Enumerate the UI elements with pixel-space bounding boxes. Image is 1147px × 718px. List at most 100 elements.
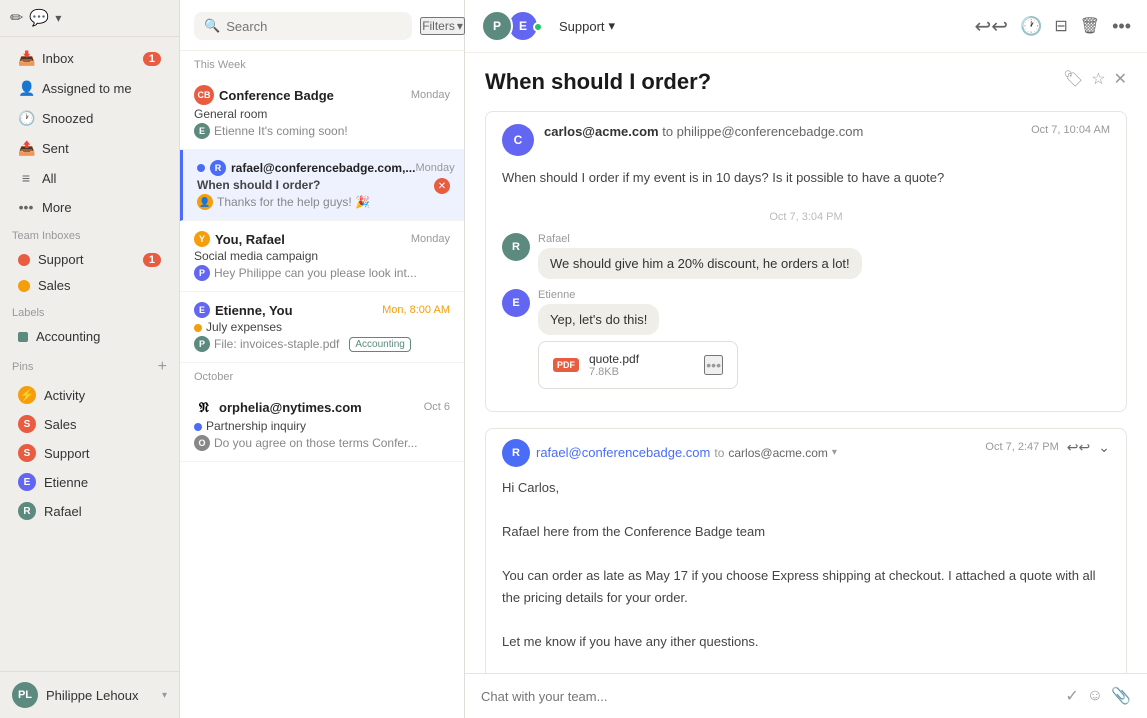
delete-button[interactable]: 🗑 <box>1080 16 1100 36</box>
sidebar-item-rafael[interactable]: R Rafael <box>6 497 173 525</box>
chat-text: Yep, let's do this! <box>538 304 659 335</box>
search-input[interactable] <box>226 19 402 34</box>
delete-indicator: ✕ <box>434 178 450 194</box>
from-address: carlos@acme.com <box>544 124 659 139</box>
snooze-button[interactable]: 🕐 <box>1020 16 1042 37</box>
sidebar-item-sales-pin[interactable]: S Sales <box>6 410 173 438</box>
attachment-menu-button[interactable]: ••• <box>704 355 723 375</box>
sidebar-item-label: More <box>42 200 161 215</box>
chat-button[interactable]: 💬 <box>29 8 49 28</box>
activity-label: Activity <box>44 388 85 403</box>
reply-line: Hi Carlos, <box>502 477 1110 499</box>
email-sender-details: carlos@acme.com to philippe@conferenceba… <box>544 124 863 139</box>
list-item[interactable]: CB Conference Badge Monday General room … <box>180 75 464 150</box>
etienne-label: Etienne <box>44 475 88 490</box>
support-team-label: Support <box>559 19 605 34</box>
sidebar-item-accounting[interactable]: Accounting <box>6 324 173 349</box>
user-profile[interactable]: PL Philippe Lehoux ▾ <box>0 671 179 718</box>
sidebar-top-controls: ✏ 💬 ▾ <box>0 0 179 37</box>
compose-attach-button[interactable]: 📎 <box>1111 686 1131 706</box>
sidebar-item-etienne[interactable]: E Etienne <box>6 468 173 496</box>
sales-pin-icon: S <box>18 415 36 433</box>
list-item[interactable]: R rafael@conferencebadge.com,... Monday … <box>180 150 464 221</box>
reply-time: Oct 7, 2:47 PM <box>985 441 1058 453</box>
this-week-header: This Week <box>180 51 464 75</box>
sidebar-item-sent[interactable]: 📤 Sent <box>6 134 173 163</box>
reply-from-row: rafael@conferencebadge.com to carlos@acm… <box>536 445 837 460</box>
reply-header-actions: Oct 7, 2:47 PM ↩↩ ⌄ <box>985 439 1110 456</box>
filters-button[interactable]: Filters ▾ <box>420 17 465 35</box>
sales-dot <box>18 280 30 292</box>
archive-button[interactable]: ⊟ <box>1054 16 1067 36</box>
reply-to-label: to <box>714 446 724 460</box>
compose-button[interactable]: ✏ <box>10 8 23 28</box>
tag-button[interactable]: 🏷 <box>1063 69 1083 89</box>
thread-title-row: When should I order? 🏷 ☆ ✕ <box>485 69 1127 95</box>
sidebar-item-assigned[interactable]: 👤 Assigned to me <box>6 74 173 103</box>
sidebar-item-label: Assigned to me <box>42 81 161 96</box>
filters-label: Filters <box>422 19 455 33</box>
sidebar-item-support[interactable]: Support 1 <box>6 247 173 272</box>
msg-time: Monday <box>415 162 454 174</box>
chat-bubble: E Etienne Yep, let's do this! PDF quote.… <box>502 289 1110 389</box>
team-inboxes-header: Team Inboxes <box>0 222 179 246</box>
inbox-badge: 1 <box>143 52 161 66</box>
pins-header: Pins <box>12 361 33 373</box>
msg-sender: R rafael@conferencebadge.com,... <box>197 160 415 176</box>
reply-dropdown-button[interactable]: ▾ <box>832 447 837 458</box>
sidebar-item-all[interactable]: ≡ All <box>6 164 173 192</box>
preview-avatar: P <box>194 336 210 352</box>
etienne-avatar: E <box>18 473 36 491</box>
close-thread-button[interactable]: ✕ <box>1114 69 1127 89</box>
support-pin-icon: S <box>18 444 36 462</box>
more-icon: ••• <box>18 199 34 215</box>
msg-top: 𝔑 orphelia@nytimes.com Oct 6 <box>194 397 450 417</box>
sender-avatar: E <box>194 302 210 318</box>
compose-emoji-button[interactable]: ☺ <box>1087 687 1103 705</box>
accounting-dot <box>18 332 28 342</box>
etienne-chat-avatar: E <box>502 289 530 317</box>
team-dropdown-button[interactable]: Support ▾ <box>559 18 615 34</box>
add-pin-button[interactable]: + <box>158 358 167 376</box>
msg-sender: CB Conference Badge <box>194 85 334 105</box>
accounting-badge: Accounting <box>349 337 410 352</box>
sidebar-item-sales[interactable]: Sales <box>6 273 173 298</box>
sidebar-item-label: All <box>42 171 161 186</box>
reply-line: You can order as late as May 17 if you c… <box>502 565 1110 609</box>
msg-time: Oct 6 <box>424 401 450 413</box>
inbox-icon: 📥 <box>18 50 34 67</box>
msg-time: Monday <box>411 89 450 101</box>
chat-thread: Oct 7, 3:04 PM R Rafael We should give h… <box>486 211 1126 411</box>
sidebar-item-snoozed[interactable]: 🕐 Snoozed <box>6 104 173 133</box>
list-item[interactable]: Y You, Rafael Monday Social media campai… <box>180 221 464 292</box>
compose-check-button[interactable]: ✓ <box>1065 686 1078 706</box>
reply-expand-btn[interactable]: ⌄ <box>1098 439 1110 456</box>
msg-subject: Partnership inquiry <box>206 419 306 433</box>
msg-top: R rafael@conferencebadge.com,... Monday <box>197 160 450 176</box>
file-attachment: PDF quote.pdf 7.8KB ••• <box>538 341 738 389</box>
preview-avatar: 👤 <box>197 194 213 210</box>
more-actions-button[interactable]: ••• <box>1112 16 1131 37</box>
sidebar-item-label: Snoozed <box>42 111 161 126</box>
list-item[interactable]: 𝔑 orphelia@nytimes.com Oct 6 Partnership… <box>180 387 464 462</box>
dropdown-button[interactable]: ▾ <box>55 11 61 25</box>
sidebar-item-activity[interactable]: ⚡ Activity <box>6 381 173 409</box>
reply-header: R rafael@conferencebadge.com to carlos@a… <box>486 429 1126 477</box>
sidebar-item-inbox[interactable]: 📥 Inbox 1 <box>6 44 173 73</box>
sidebar-item-support-pin[interactable]: S Support <box>6 439 173 467</box>
msg-subject-row: July expenses <box>194 320 450 336</box>
sidebar-item-more[interactable]: ••• More <box>6 193 173 221</box>
msg-subject: July expenses <box>206 320 282 334</box>
chat-time: Oct 7, 3:04 PM <box>502 211 1110 223</box>
october-header: October <box>180 363 464 387</box>
chat-sender: Etienne <box>538 289 738 301</box>
list-item[interactable]: E Etienne, You Mon, 8:00 AM July expense… <box>180 292 464 363</box>
to-address: philippe@conferencebadge.com <box>677 124 864 139</box>
team-chevron-icon: ▾ <box>609 18 616 34</box>
reply-all-btn[interactable]: ↩↩ <box>1067 439 1090 456</box>
search-bar: 🔍 <box>194 12 412 40</box>
reply-sender-details: rafael@conferencebadge.com to carlos@acm… <box>536 445 837 460</box>
reply-all-button[interactable]: ↩↩ <box>974 14 1008 39</box>
star-button[interactable]: ☆ <box>1091 69 1105 89</box>
compose-input[interactable] <box>481 689 1055 704</box>
